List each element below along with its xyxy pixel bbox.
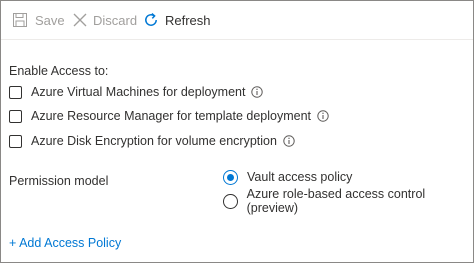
arm-template-checkbox[interactable] bbox=[9, 109, 22, 123]
checkbox-row-arm-template[interactable]: Azure Resource Manager for template depl… bbox=[9, 107, 329, 125]
enable-access-heading: Enable Access to: bbox=[9, 64, 109, 78]
vault-access-policy-label: Vault access policy bbox=[247, 170, 353, 184]
refresh-icon bbox=[143, 12, 159, 28]
checkbox-row-disk-encryption[interactable]: Azure Disk Encryption for volume encrypt… bbox=[9, 132, 295, 150]
save-icon bbox=[13, 13, 27, 27]
discard-label: Discard bbox=[93, 12, 138, 28]
disk-encryption-label: Azure Disk Encryption for volume encrypt… bbox=[31, 134, 277, 148]
refresh-label: Refresh bbox=[165, 12, 211, 28]
save-label: Save bbox=[35, 12, 65, 28]
save-button[interactable]: Save bbox=[13, 1, 65, 39]
discard-icon bbox=[73, 13, 87, 27]
info-icon[interactable] bbox=[251, 86, 264, 98]
radio-row-vault-access-policy[interactable]: Vault access policy bbox=[223, 168, 352, 186]
azure-rbac-label: Azure role-based access control (preview… bbox=[246, 187, 426, 215]
toolbar-divider bbox=[1, 39, 473, 40]
radio-row-azure-rbac[interactable]: Azure role-based access control (preview… bbox=[223, 187, 473, 215]
info-icon[interactable] bbox=[283, 135, 295, 147]
discard-button[interactable]: Discard bbox=[73, 1, 137, 39]
azure-rbac-radio[interactable] bbox=[223, 193, 238, 209]
checkbox-row-vm-deployment[interactable]: Azure Virtual Machines for deployment bbox=[9, 83, 264, 101]
add-access-policy-link[interactable]: + Add Access Policy bbox=[9, 236, 121, 250]
vm-deployment-label: Azure Virtual Machines for deployment bbox=[31, 85, 246, 99]
vm-deployment-checkbox[interactable] bbox=[9, 85, 22, 99]
disk-encryption-checkbox[interactable] bbox=[9, 134, 22, 148]
radio-selected-dot bbox=[227, 173, 234, 181]
vault-access-policy-radio[interactable] bbox=[223, 169, 238, 185]
refresh-button[interactable]: Refresh bbox=[143, 1, 211, 39]
arm-template-label: Azure Resource Manager for template depl… bbox=[31, 109, 312, 123]
permission-model-label: Permission model bbox=[9, 174, 109, 188]
command-bar: Save Discard Refresh bbox=[1, 1, 473, 39]
info-icon[interactable] bbox=[317, 110, 329, 122]
access-policies-panel: Save Discard Refresh Enable Access to: A… bbox=[0, 0, 474, 263]
